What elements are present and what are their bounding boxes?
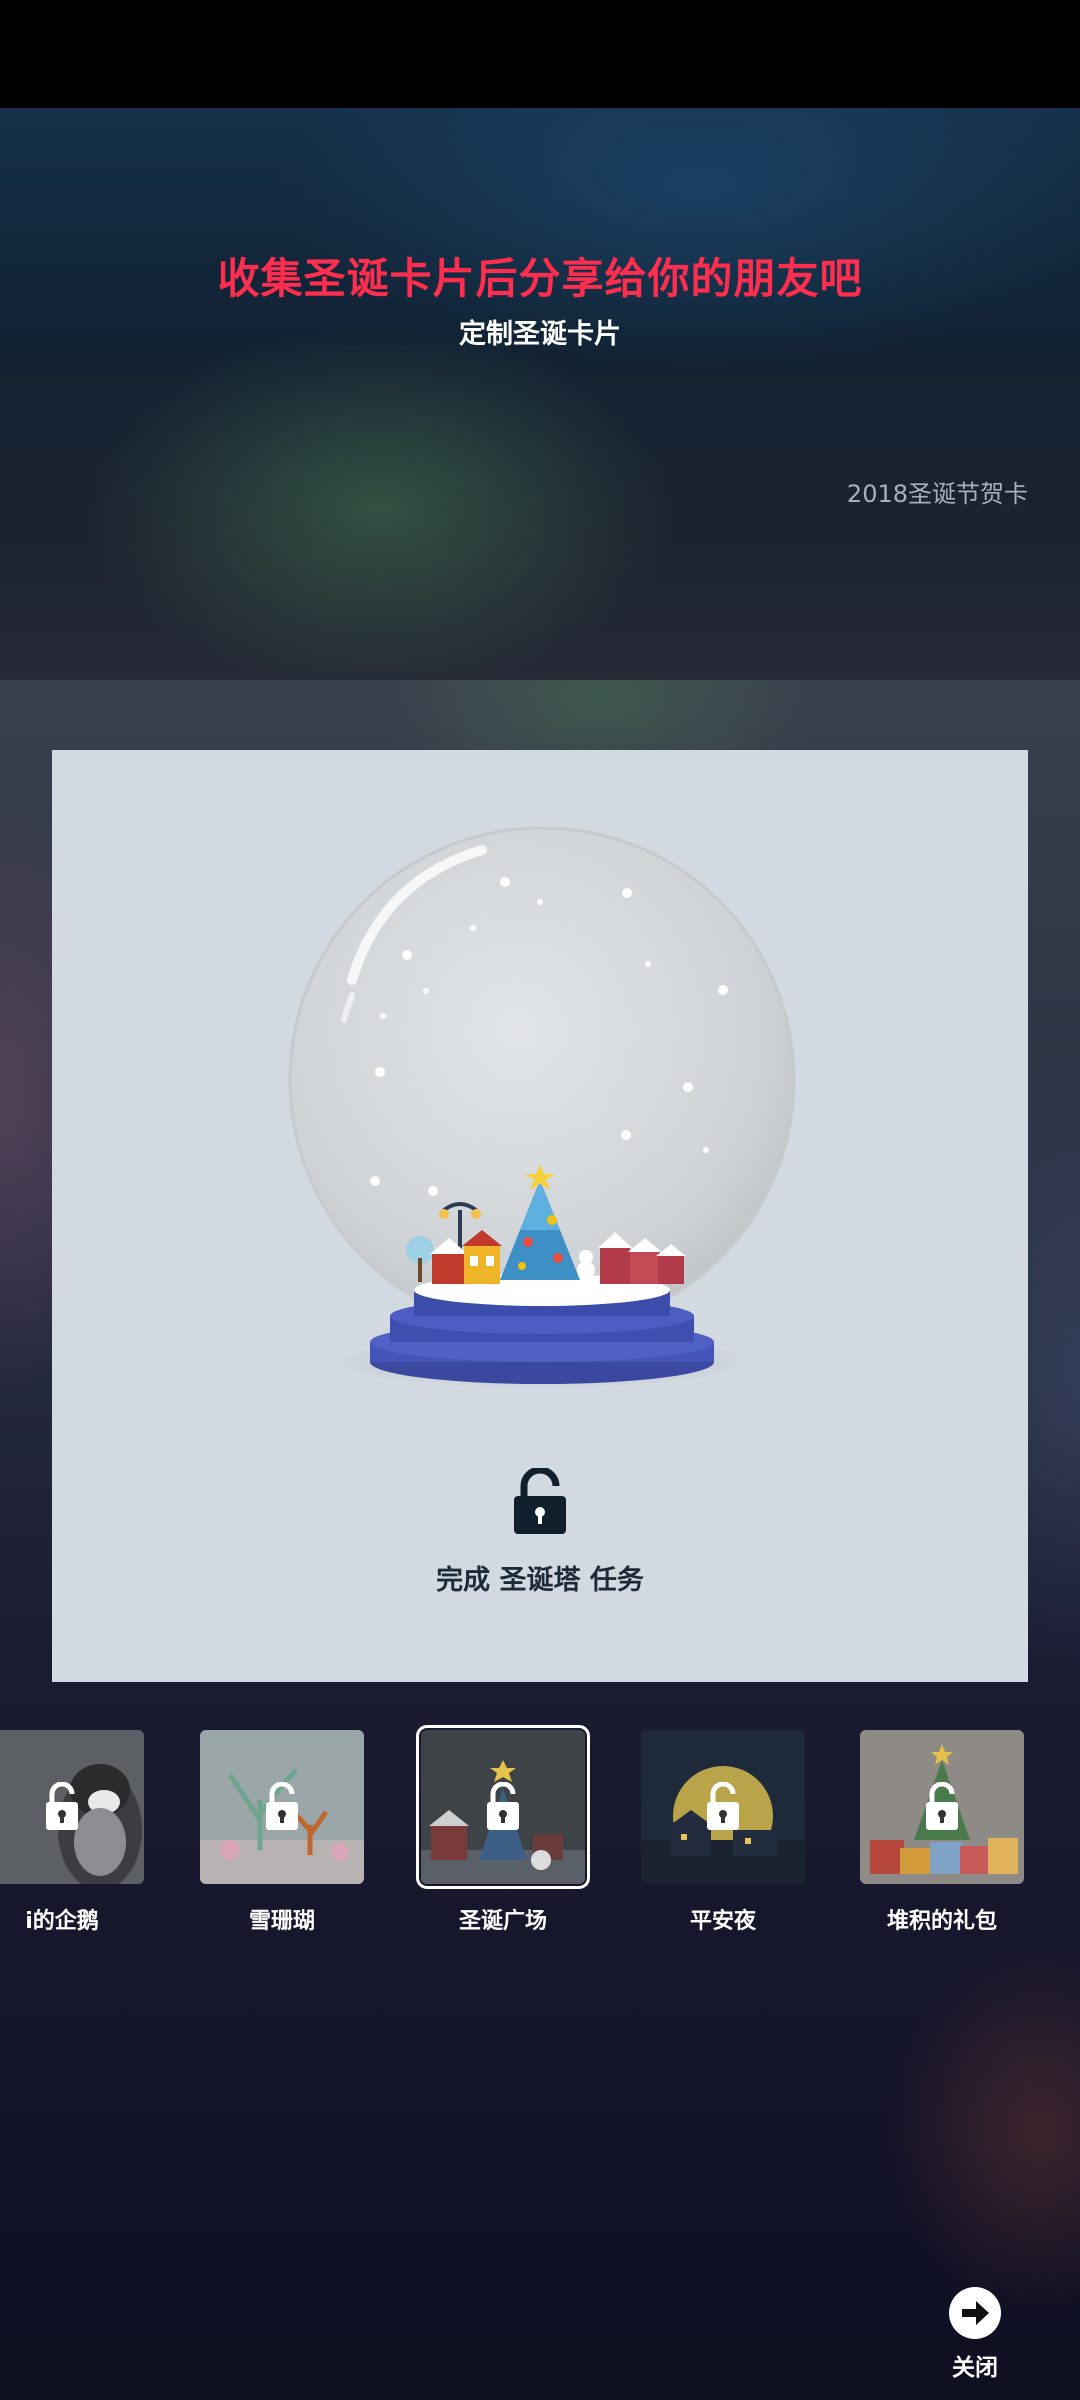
close-label[interactable]: 关闭 (930, 2348, 1020, 2382)
card-preview: 完成 圣诞塔 任务 (52, 750, 1028, 1682)
thumbnail-christmas-square[interactable] (416, 1725, 590, 1889)
lock-icon (487, 1782, 519, 1830)
thumbnail-label: 圣诞广场 (458, 1909, 547, 1934)
lock-icon (266, 1782, 298, 1830)
thumbnail-silent-night[interactable] (641, 1730, 805, 1884)
top-banner (0, 108, 1080, 680)
thumbnail-label: i的企鹅 (25, 1909, 99, 1934)
status-bar (0, 0, 1080, 108)
page-subheadline: 定制圣诞卡片 (459, 319, 621, 350)
thumbnail-label: 雪珊瑚 (248, 1909, 315, 1934)
thumbnail-stacked-gifts[interactable] (860, 1730, 1024, 1884)
lock-icon (514, 1468, 566, 1534)
lock-icon (707, 1782, 739, 1830)
lock-icon (926, 1782, 958, 1830)
thumbnail-label: 平安夜 (689, 1909, 756, 1934)
thumbnail-label: 堆积的礼包 (886, 1909, 997, 1934)
close-button[interactable] (949, 2287, 1001, 2339)
snow-globe-illustration (288, 826, 796, 1388)
lock-icon (46, 1782, 78, 1830)
thumbnail-snow-coral[interactable] (200, 1730, 364, 1884)
thumbnail-penguin[interactable] (0, 1730, 144, 1884)
year-label: 2018圣诞节贺卡 (846, 480, 1028, 508)
page-headline: 收集圣诞卡片后分享给你的朋友吧 (217, 254, 863, 303)
arrow-right-icon (962, 2301, 989, 2325)
task-requirement-text: 完成 圣诞塔 任务 (436, 1565, 644, 1596)
